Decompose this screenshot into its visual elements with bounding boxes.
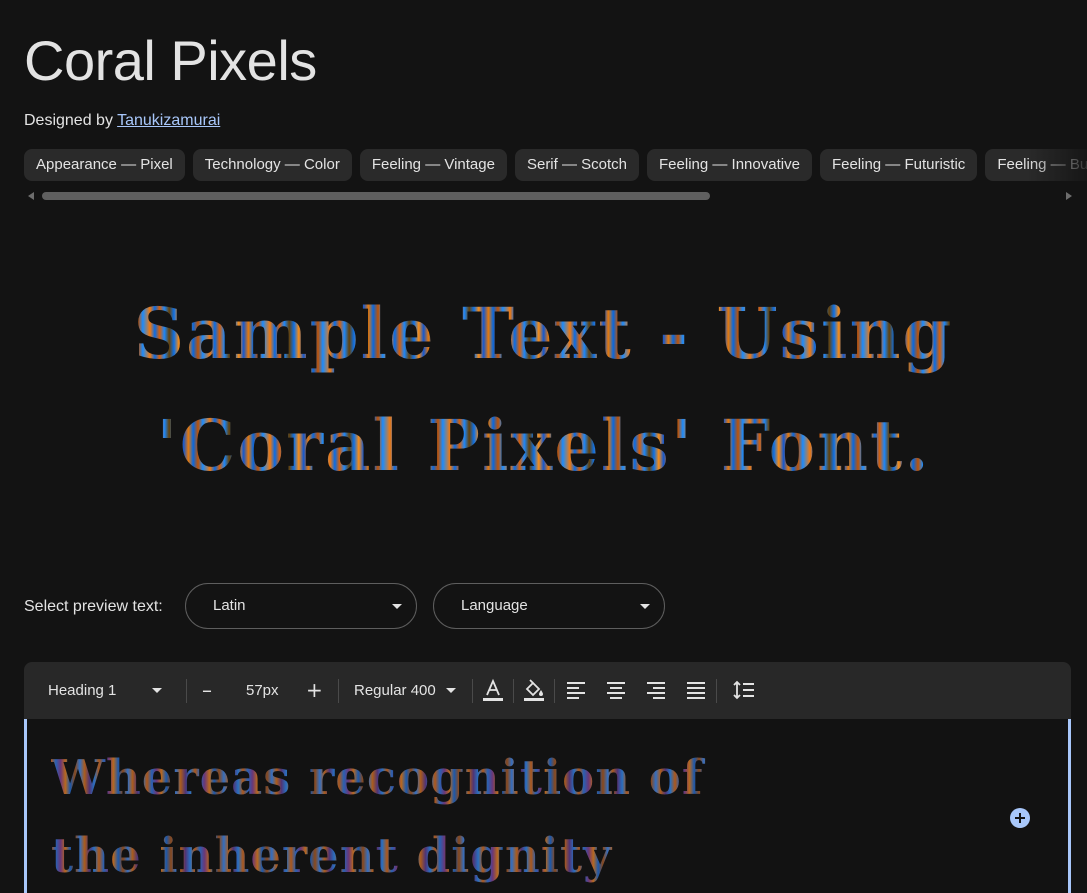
sample-text-preview: Sample Text - Using 'Coral Pixels' Font. bbox=[30, 278, 1057, 502]
preview-text-label: Select preview text: bbox=[24, 598, 163, 615]
toolbar-divider bbox=[554, 679, 555, 703]
editor-preview-text[interactable]: Whereas recognition of the inherent dign… bbox=[51, 739, 811, 893]
toolbar-divider bbox=[338, 679, 339, 703]
designer-credit: Designed by Tanukizamurai bbox=[24, 110, 220, 132]
scroll-left-arrow-icon[interactable] bbox=[28, 192, 34, 200]
fill-color-icon[interactable] bbox=[522, 678, 546, 702]
add-icon[interactable] bbox=[1010, 808, 1030, 828]
script-select[interactable]: Latin bbox=[185, 583, 417, 629]
tag-chip[interactable]: Technology — Color bbox=[192, 149, 352, 181]
scroll-thumb[interactable] bbox=[42, 192, 710, 200]
tag-chip[interactable]: Appearance — Pixel bbox=[24, 149, 185, 181]
language-select[interactable]: Language bbox=[433, 583, 665, 629]
increase-size-button[interactable]: + bbox=[306, 662, 323, 719]
line-height-icon[interactable] bbox=[732, 678, 756, 702]
tag-chip[interactable]: Feeling — Futuristic bbox=[819, 149, 978, 181]
chevron-down-icon bbox=[446, 688, 456, 693]
text-style-value: Heading 1 bbox=[48, 682, 117, 699]
tag-list-fade bbox=[1027, 149, 1087, 181]
tag-scrollbar[interactable] bbox=[24, 190, 1072, 202]
tag-chip[interactable]: Feeling — Vintage bbox=[359, 149, 507, 181]
decrease-size-button[interactable]: – bbox=[202, 662, 212, 719]
editor-toolbar: Heading 1 – 57px + Regular 400 bbox=[24, 662, 1071, 719]
toolbar-divider bbox=[186, 679, 187, 703]
font-title: Coral Pixels bbox=[24, 29, 317, 92]
designer-link[interactable]: Tanukizamurai bbox=[117, 112, 220, 129]
script-select-value: Latin bbox=[213, 597, 246, 614]
preview-editor[interactable]: Whereas recognition of the inherent dign… bbox=[24, 719, 1071, 893]
tag-chip[interactable]: Serif — Scotch bbox=[514, 149, 640, 181]
tag-chip[interactable]: Feeling — Innovative bbox=[647, 149, 812, 181]
align-justify-icon[interactable] bbox=[684, 678, 708, 702]
font-weight-select[interactable]: Regular 400 bbox=[354, 662, 464, 719]
toolbar-divider bbox=[472, 679, 473, 703]
font-weight-value: Regular 400 bbox=[354, 682, 436, 699]
align-left-icon[interactable] bbox=[564, 678, 588, 702]
font-specimen-page: Coral Pixels Designed by Tanukizamurai A… bbox=[0, 0, 1087, 893]
text-style-select[interactable]: Heading 1 bbox=[48, 662, 168, 719]
tag-list: Appearance — Pixel Technology — Color Feel… bbox=[24, 149, 1087, 181]
chevron-down-icon bbox=[392, 604, 402, 609]
chevron-down-icon bbox=[152, 688, 162, 693]
scroll-right-arrow-icon[interactable] bbox=[1066, 192, 1072, 200]
font-size-value[interactable]: 57px bbox=[246, 662, 279, 719]
toolbar-divider bbox=[716, 679, 717, 703]
language-select-value: Language bbox=[461, 597, 528, 614]
align-center-icon[interactable] bbox=[604, 678, 628, 702]
text-color-icon[interactable] bbox=[481, 678, 505, 702]
chevron-down-icon bbox=[640, 604, 650, 609]
align-right-icon[interactable] bbox=[644, 678, 668, 702]
toolbar-divider bbox=[513, 679, 514, 703]
designed-by-label: Designed by bbox=[24, 112, 113, 129]
